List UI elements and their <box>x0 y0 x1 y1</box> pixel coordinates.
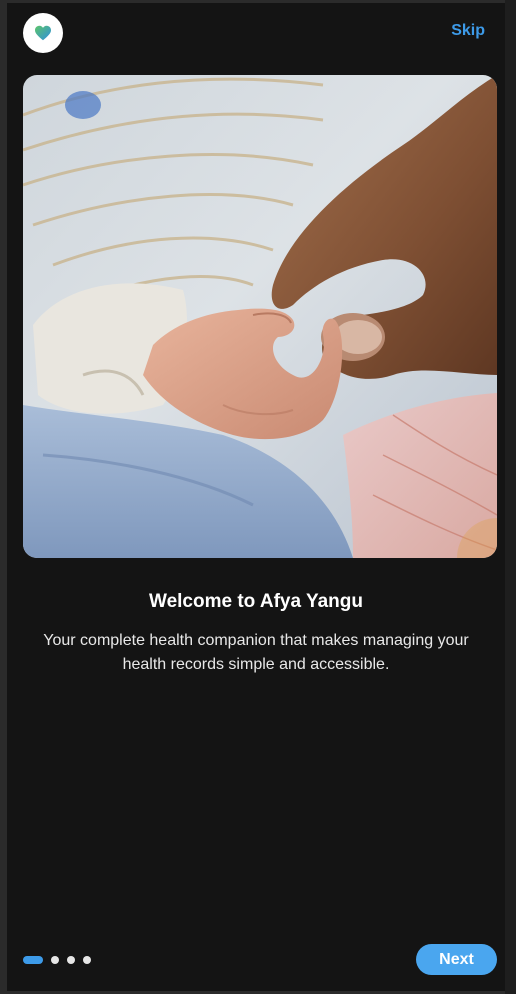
pagination-dot <box>83 956 91 964</box>
pagination-dot <box>51 956 59 964</box>
skip-button[interactable]: Skip <box>451 22 485 40</box>
hero-image <box>23 75 497 558</box>
pagination-dot <box>67 956 75 964</box>
onboarding-screen: Skip Welcome to Afya Yangu Your complete… <box>7 3 505 991</box>
pagination-dot-active <box>23 956 43 964</box>
pagination-indicator <box>23 956 91 964</box>
page-description: Your complete health companion that make… <box>43 632 469 673</box>
next-button[interactable]: Next <box>416 944 497 975</box>
window-edge <box>505 0 516 994</box>
heart-icon <box>35 25 51 41</box>
app-logo <box>23 13 63 53</box>
app-frame: Skip Welcome to Afya Yangu Your complete… <box>0 0 516 994</box>
page-title: Welcome to Afya Yangu <box>149 591 363 612</box>
